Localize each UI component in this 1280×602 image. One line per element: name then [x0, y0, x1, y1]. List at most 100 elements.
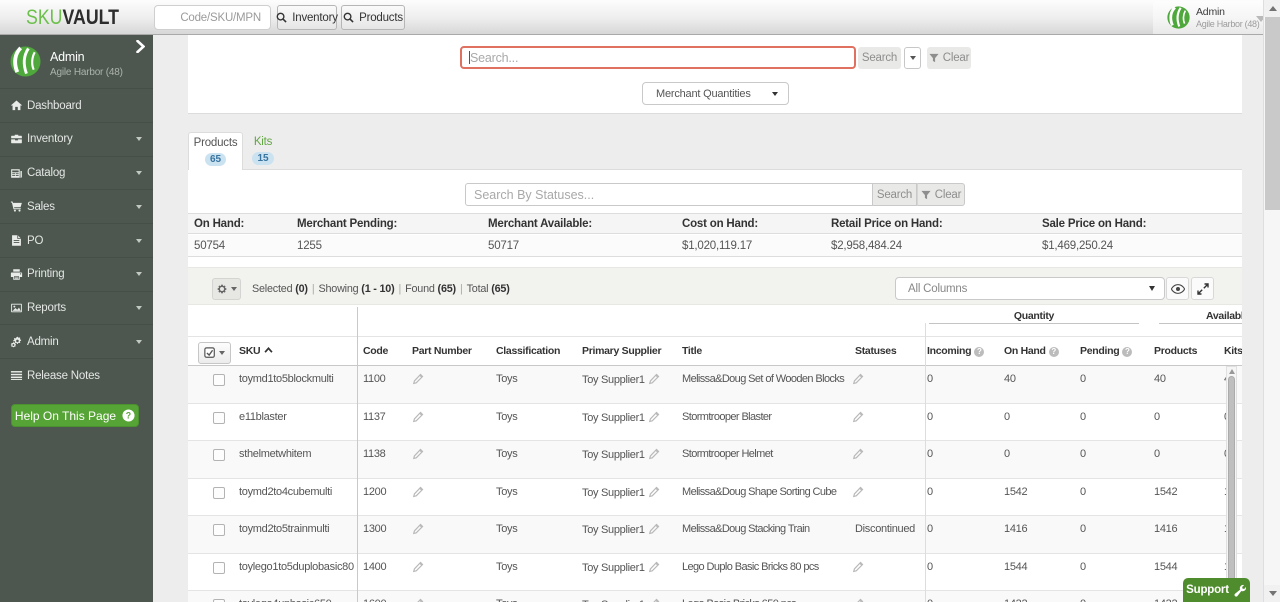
grid-settings-button[interactable]: [212, 278, 241, 300]
column-header-pending[interactable]: Pending?: [1080, 345, 1133, 357]
tab-products-label: Products: [193, 137, 238, 149]
page-scrollbar[interactable]: [1263, 0, 1280, 602]
cell-products: 1432: [1154, 598, 1178, 602]
column-header-title[interactable]: Title: [682, 345, 702, 357]
edit-pencil-icon[interactable]: [412, 373, 424, 385]
tab-kits-badge: 15: [252, 152, 274, 165]
edit-pencil-icon[interactable]: [412, 523, 424, 535]
top-inventory-button[interactable]: Inventory: [276, 5, 338, 30]
sidebar-item-inventory[interactable]: Inventory: [0, 121, 153, 156]
search-panel: Search Clear Merchant Quantities: [188, 35, 1242, 114]
edit-pencil-icon[interactable]: [852, 486, 864, 498]
top-search-input[interactable]: [154, 5, 271, 30]
merchant-quantities-select[interactable]: Merchant Quantities: [642, 82, 789, 105]
edit-pencil-icon[interactable]: [412, 486, 424, 498]
sidebar-collapse-chevron-icon[interactable]: [136, 40, 145, 53]
row-checkbox[interactable]: [213, 524, 225, 536]
select-all-dropdown[interactable]: [198, 342, 231, 364]
column-header-classification[interactable]: Classification: [496, 345, 560, 357]
column-header-part-number[interactable]: Part Number: [412, 345, 472, 357]
cell-primary-supplier: Toy Supplier1: [582, 523, 660, 536]
cell-products: 0: [1154, 448, 1160, 460]
edit-pencil-icon[interactable]: [852, 373, 864, 385]
stats-values-row: 50754 1255 50717 $1,020,119.17 $2,958,484.24…: [188, 235, 1242, 257]
cell-classification: Toys: [496, 373, 518, 385]
edit-pencil-icon[interactable]: [412, 561, 424, 573]
column-header-code[interactable]: Code: [363, 345, 388, 357]
sidebar-item-catalog[interactable]: Catalog: [0, 155, 153, 190]
scrollbar-up-button[interactable]: [1264, 0, 1280, 17]
edit-pencil-icon[interactable]: [648, 373, 660, 385]
table-row: toymd2to4cubemulti 1200 Toys Toy Supplier1 …: [188, 478, 1242, 516]
search-button[interactable]: Search: [858, 47, 901, 69]
edit-pencil-icon[interactable]: [412, 448, 424, 460]
edit-pencil-icon[interactable]: [852, 448, 864, 460]
table-row: toymd2to5trainmulti 1300 Toys Toy Supplier1…: [188, 516, 1242, 554]
column-header-statuses[interactable]: Statuses: [855, 345, 897, 357]
columns-select[interactable]: All Columns: [895, 277, 1165, 300]
cell-sku: toymd2to5trainmulti: [239, 523, 330, 535]
clear-button[interactable]: Clear: [927, 47, 971, 69]
summary-value: (1 - 10): [361, 283, 395, 295]
edit-pencil-icon[interactable]: [648, 486, 660, 498]
expand-button[interactable]: [1191, 277, 1214, 300]
logo-vault: VAULT: [62, 6, 120, 29]
search-options-dropdown-button[interactable]: [904, 47, 921, 69]
summary-label: Total: [466, 283, 489, 295]
cell-code: 1300: [363, 523, 387, 535]
page-scrollbar-thumb[interactable]: [1265, 17, 1280, 210]
edit-pencil-icon[interactable]: [852, 411, 864, 423]
edit-pencil-icon[interactable]: [852, 598, 864, 602]
sidebar-item-release-notes[interactable]: Release Notes: [0, 358, 153, 392]
sidebar-item-reports[interactable]: Reports: [0, 290, 153, 325]
table-scrollbar[interactable]: [1226, 366, 1237, 602]
row-checkbox[interactable]: [213, 449, 225, 461]
sidebar-item-printing[interactable]: Printing: [0, 256, 153, 291]
top-products-button[interactable]: Products: [341, 5, 405, 30]
tab-products[interactable]: Products 65: [188, 132, 243, 170]
table-scrollbar-thumb[interactable]: [1228, 376, 1235, 584]
edit-pencil-icon[interactable]: [648, 448, 660, 460]
sidebar-item-admin[interactable]: Admin: [0, 324, 153, 358]
edit-pencil-icon[interactable]: [852, 561, 864, 573]
cell-products: 1416: [1154, 523, 1178, 535]
newspaper-icon: [11, 168, 22, 178]
tab-kits[interactable]: Kits 15: [246, 132, 280, 169]
grid-summary: Selected (0) | Showing (1 - 10) | Found (65)…: [252, 283, 510, 295]
row-checkbox[interactable]: [213, 561, 225, 574]
column-header-products[interactable]: Products: [1154, 345, 1197, 357]
cell-classification: Toys: [496, 598, 518, 602]
statuses-clear-button[interactable]: Clear: [917, 183, 965, 206]
columns-select-value: All Columns: [908, 282, 968, 295]
support-button-label: Support: [1186, 584, 1229, 596]
cell-sku: e11blaster: [239, 410, 287, 423]
help-on-this-page-button[interactable]: Help On This Page ?: [11, 404, 139, 427]
main-search-input[interactable]: [460, 46, 856, 69]
edit-pencil-icon[interactable]: [648, 561, 660, 573]
edit-pencil-icon[interactable]: [412, 411, 424, 423]
sidebar-item-label: Dashboard: [27, 99, 82, 112]
column-header-sku[interactable]: SKU: [239, 345, 273, 357]
edit-pencil-icon[interactable]: [648, 598, 660, 602]
row-checkbox[interactable]: [213, 486, 225, 499]
row-checkbox[interactable]: [213, 374, 225, 386]
edit-pencil-icon[interactable]: [648, 411, 660, 423]
row-checkbox[interactable]: [213, 411, 225, 424]
column-header-kits[interactable]: Kits: [1224, 345, 1242, 357]
column-header-incoming[interactable]: Incoming?: [927, 345, 985, 357]
sidebar-item-sales[interactable]: Sales: [0, 189, 153, 223]
products-panel: Search Clear On Hand: Merchant Pending: Me…: [188, 169, 1242, 602]
sidebar-item-po[interactable]: PO: [0, 223, 153, 257]
column-header-on-hand[interactable]: On Hand?: [1004, 345, 1059, 357]
sidebar-item-dashboard[interactable]: Dashboard: [0, 88, 153, 122]
column-header-primary-supplier[interactable]: Primary Supplier: [582, 345, 662, 357]
support-button[interactable]: Support: [1183, 578, 1250, 602]
statuses-search-button[interactable]: Search: [873, 183, 917, 206]
edit-pencil-icon[interactable]: [648, 523, 660, 535]
table-header-row: SKU Code Part Number Classification Primary …: [188, 337, 1242, 366]
scrollbar-down-button[interactable]: [1264, 585, 1280, 602]
visibility-button[interactable]: [1166, 277, 1189, 300]
edit-pencil-icon[interactable]: [412, 598, 424, 602]
cell-pending: 0: [1080, 485, 1086, 498]
statuses-search-input[interactable]: [465, 183, 873, 206]
